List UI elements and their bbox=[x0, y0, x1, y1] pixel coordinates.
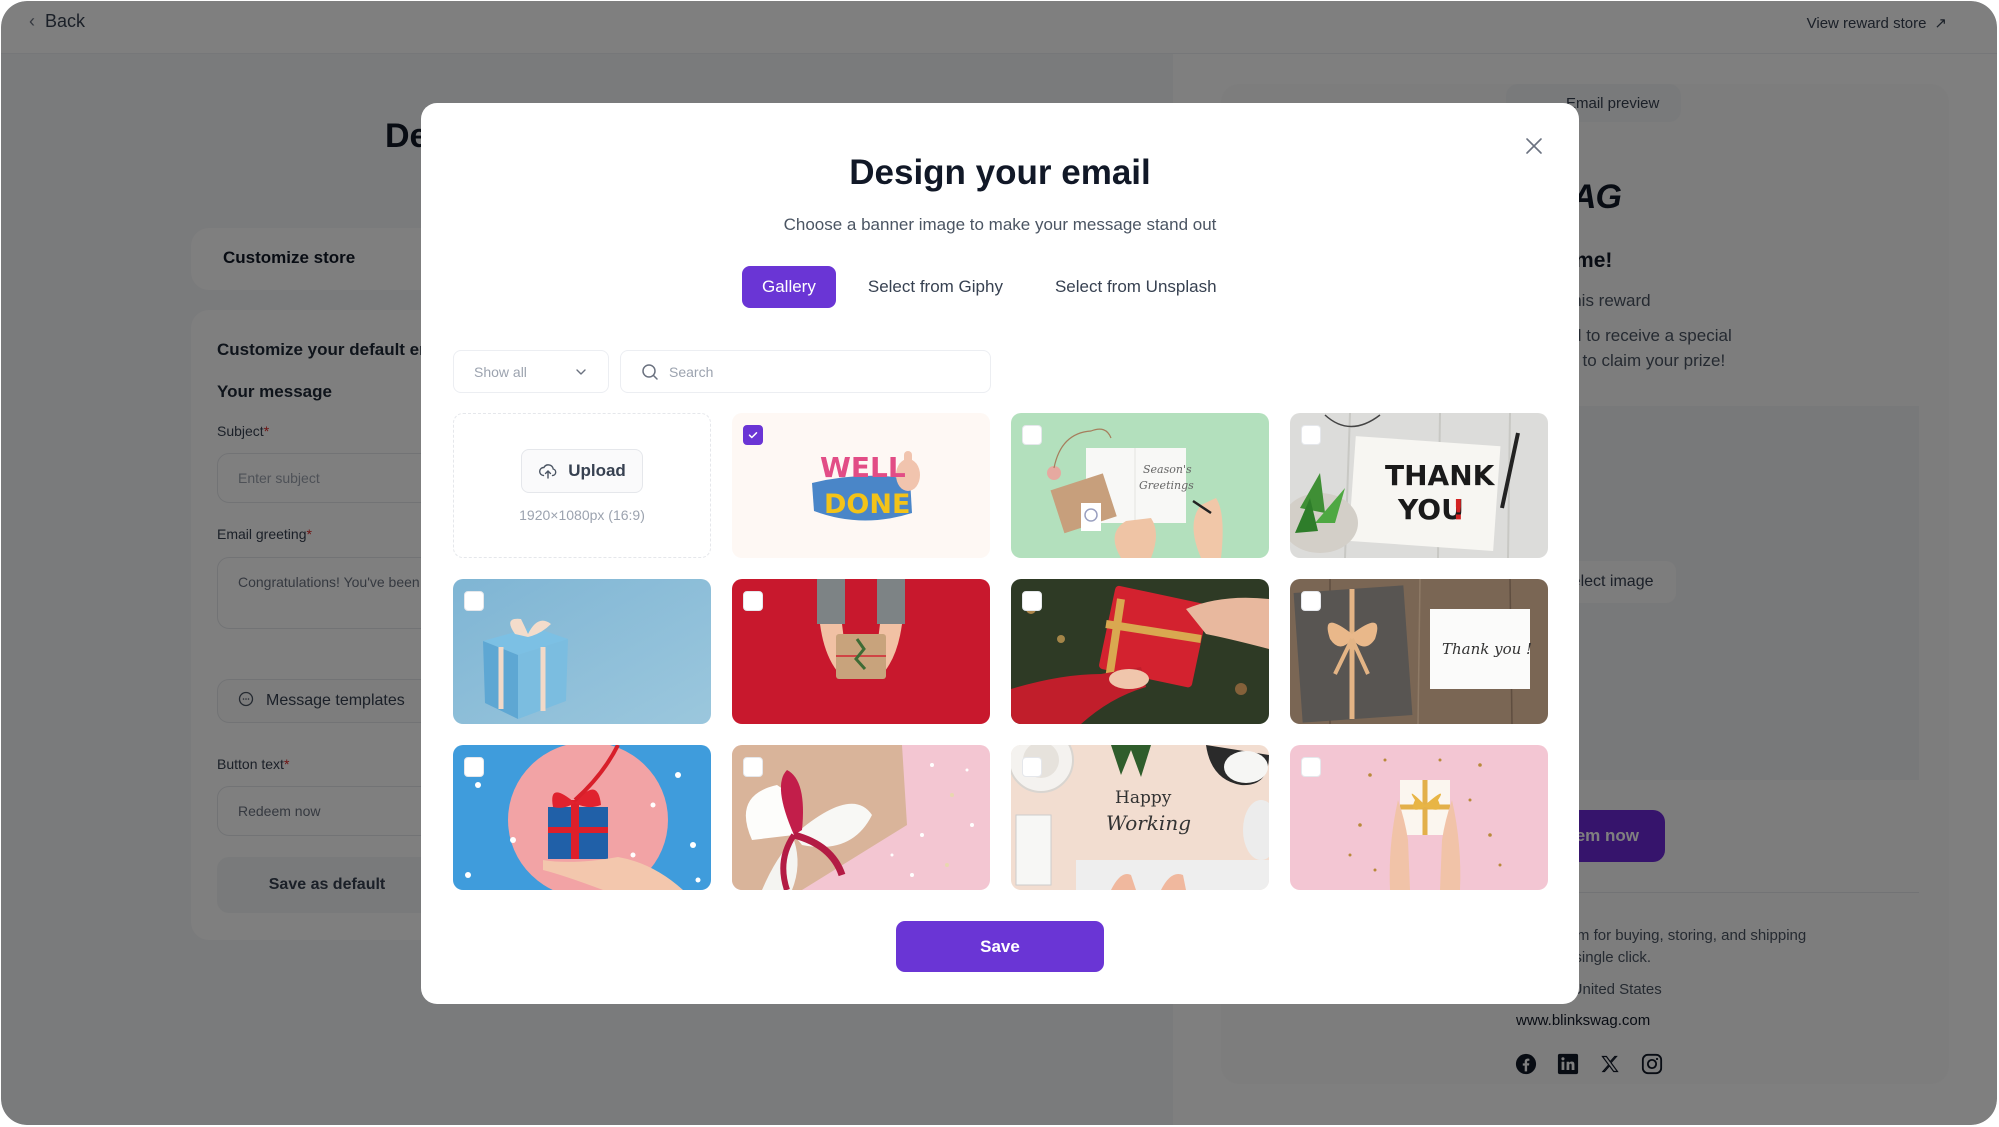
modal-subtitle: Choose a banner image to make your messa… bbox=[783, 215, 1217, 234]
well-done-image: WELL DONE bbox=[732, 413, 990, 558]
select-checkbox[interactable] bbox=[1022, 591, 1042, 611]
filter-selected-value: Show all bbox=[474, 363, 527, 380]
image-tile-christmas-gift-exchange[interactable] bbox=[1011, 579, 1269, 724]
happy-working-image: Happy Working bbox=[1011, 745, 1269, 890]
pink-bow-gift-image bbox=[732, 745, 990, 890]
upload-button[interactable]: Upload bbox=[521, 448, 643, 493]
select-checkbox[interactable] bbox=[464, 591, 484, 611]
select-checkbox[interactable] bbox=[743, 425, 763, 445]
image-tile-thank-you-card-gift[interactable]: Thank you ! bbox=[1290, 579, 1548, 724]
image-grid: Upload 1920×1080px (16:9) WELL DONE Seas… bbox=[453, 413, 1548, 890]
select-checkbox[interactable] bbox=[1301, 591, 1321, 611]
working-text: Working bbox=[1106, 811, 1191, 835]
modal-title: Design your email bbox=[849, 153, 1151, 192]
blue-gift-box-image bbox=[453, 579, 711, 724]
cloud-upload-icon bbox=[539, 463, 557, 479]
search-icon bbox=[642, 363, 658, 380]
image-tile-thank-you-notebook[interactable]: THANK YOU ! bbox=[1290, 413, 1548, 558]
upload-size-hint: 1920×1080px (16:9) bbox=[519, 506, 645, 523]
upload-label: Upload bbox=[568, 460, 626, 480]
done-text: DONE bbox=[824, 489, 910, 520]
select-checkbox[interactable] bbox=[1301, 757, 1321, 777]
chevron-down-icon bbox=[576, 368, 586, 375]
source-tabs: Gallery Select from Giphy Select from Un… bbox=[742, 266, 1237, 308]
image-tile-hands-gift-red[interactable] bbox=[732, 579, 990, 724]
red-ribbon-gift-blue-image bbox=[453, 745, 711, 890]
tab-unsplash[interactable]: Select from Unsplash bbox=[1035, 266, 1237, 308]
thank-you-card-gift-image: Thank you ! bbox=[1290, 579, 1548, 724]
category-filter-select[interactable]: Show all bbox=[453, 350, 609, 393]
image-tile-blue-gift-box[interactable] bbox=[453, 579, 711, 724]
upload-tile[interactable]: Upload 1920×1080px (16:9) bbox=[453, 413, 711, 558]
tab-gallery[interactable]: Gallery bbox=[742, 266, 836, 308]
thank-you-script-text: Thank you ! bbox=[1442, 640, 1532, 658]
pink-gift-hands-image bbox=[1290, 745, 1548, 890]
image-tile-seasons-greetings[interactable]: Season's Greetings bbox=[1011, 413, 1269, 558]
check-icon bbox=[748, 432, 758, 439]
thank-you-notebook-image: THANK YOU ! bbox=[1290, 413, 1548, 558]
christmas-gift-exchange-image bbox=[1011, 579, 1269, 724]
select-checkbox[interactable] bbox=[464, 757, 484, 777]
hands-gift-red-image bbox=[732, 579, 990, 724]
select-checkbox[interactable] bbox=[743, 591, 763, 611]
search-field[interactable] bbox=[620, 350, 991, 393]
select-checkbox[interactable] bbox=[1022, 757, 1042, 777]
image-tile-red-ribbon-gift-blue[interactable] bbox=[453, 745, 711, 890]
greetings-text: Greetings bbox=[1139, 479, 1194, 492]
image-tile-pink-bow-gift[interactable] bbox=[732, 745, 990, 890]
image-tile-well-done[interactable]: WELL DONE bbox=[732, 413, 990, 558]
tab-giphy[interactable]: Select from Giphy bbox=[848, 266, 1023, 308]
select-checkbox[interactable] bbox=[1022, 425, 1042, 445]
select-checkbox[interactable] bbox=[743, 757, 763, 777]
seasons-text: Season's bbox=[1143, 463, 1192, 476]
well-text: WELL bbox=[820, 451, 906, 484]
exclaim-text: ! bbox=[1452, 493, 1465, 526]
save-button[interactable]: Save bbox=[896, 921, 1104, 972]
select-checkbox[interactable] bbox=[1301, 425, 1321, 445]
happy-text: Happy bbox=[1115, 788, 1172, 808]
seasons-greetings-image: Season's Greetings bbox=[1011, 413, 1269, 558]
image-tile-pink-gift-hands[interactable] bbox=[1290, 745, 1548, 890]
image-tile-happy-working[interactable]: Happy Working bbox=[1011, 745, 1269, 890]
search-input[interactable] bbox=[669, 363, 949, 380]
design-email-modal: Design your email Choose a banner image … bbox=[421, 103, 1579, 1004]
thank-text: THANK bbox=[1385, 459, 1496, 492]
